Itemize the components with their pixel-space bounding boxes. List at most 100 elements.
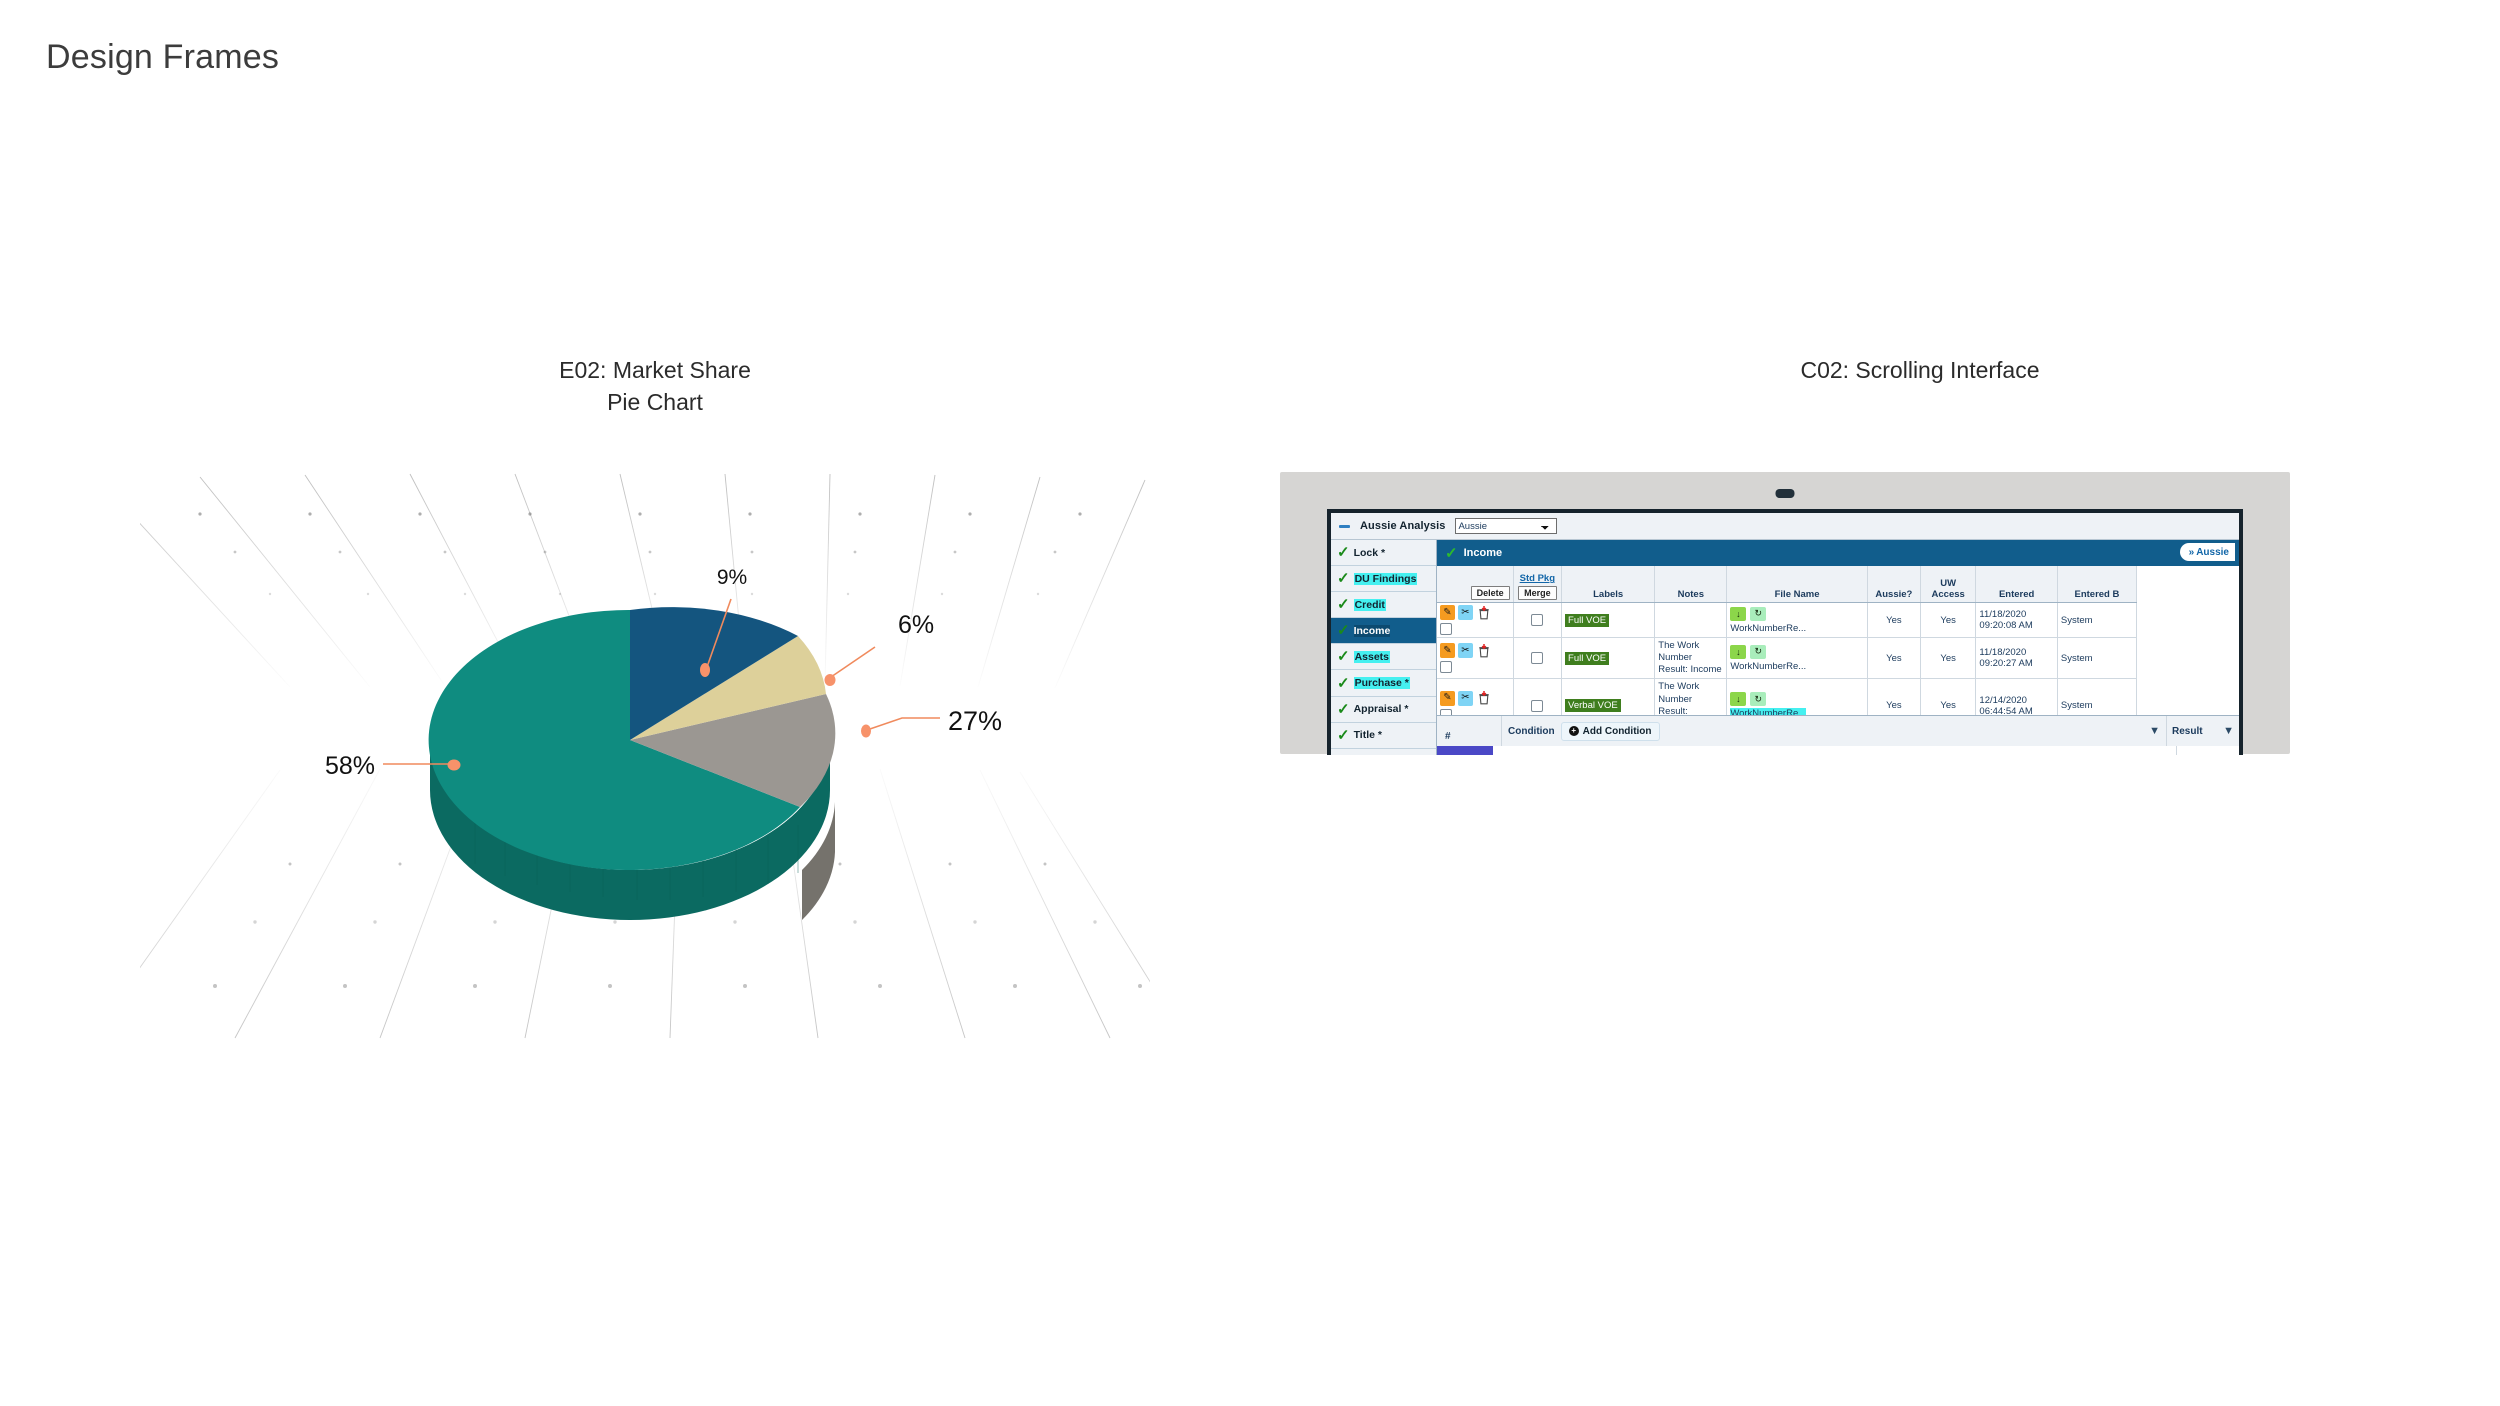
page-title: Design Frames — [46, 38, 280, 76]
th-entered: Entered — [1975, 566, 2058, 603]
check-icon: ✓ — [1445, 544, 1458, 562]
merge-button[interactable]: Merge — [1518, 586, 1557, 600]
cell-aussie: Yes — [1867, 602, 1921, 638]
check-icon: ✓ — [1337, 700, 1350, 718]
sidebar-item-label: DU Findings — [1353, 572, 1418, 585]
sidebar-item-income[interactable]: ✓ Income — [1331, 618, 1436, 645]
pencil-icon[interactable]: ✎ — [1440, 605, 1455, 620]
add-condition-button[interactable]: + Add Condition — [1560, 721, 1660, 741]
app-topbar: Aussie Analysis Aussie — [1331, 513, 2239, 540]
check-icon: ✓ — [1337, 622, 1350, 640]
screenshot-outer-panel: Aussie Analysis Aussie ✓ Lock * ✓ DU Fin… — [1280, 472, 2290, 755]
cell-notes — [1654, 602, 1728, 638]
funnel-icon[interactable]: ▼ — [2223, 725, 2234, 737]
download-arrow-icon[interactable]: ↓ — [1730, 606, 1747, 621]
condition-column-header: Condition + Add Condition ▼ — [1502, 716, 2167, 746]
sidebar-item-label: Income — [1353, 624, 1391, 637]
condition-row-strip — [1437, 746, 2239, 755]
add-condition-label: Add Condition — [1582, 725, 1652, 737]
aussie-select[interactable]: Aussie — [1455, 518, 1558, 534]
file-action-buttons: ↓ ↻ — [1730, 606, 1863, 621]
sidebar-item-cpl[interactable]: ✓ CPL * — [1331, 749, 1436, 755]
row-select-checkbox[interactable] — [1440, 623, 1452, 635]
th-notes: Notes — [1654, 566, 1728, 603]
sidebar-item-lock[interactable]: ✓ Lock * — [1331, 540, 1436, 567]
sidebar-item-du-findings[interactable]: ✓ DU Findings — [1331, 566, 1436, 593]
app-topbar-label: Aussie Analysis — [1360, 520, 1446, 532]
trash-download-icon[interactable] — [1476, 605, 1491, 620]
sidebar-item-label: Purchase * — [1353, 677, 1410, 690]
double-chevron-right-icon: » — [2188, 546, 2194, 558]
pie-label-9: 9% — [717, 566, 747, 589]
sidebar-item-title[interactable]: ✓ Title * — [1331, 723, 1436, 749]
download-arrow-icon[interactable]: ↓ — [1730, 692, 1747, 707]
th-uw-access: UW Access — [1920, 566, 1977, 603]
file-name-text[interactable]: WorkNumberRe... — [1730, 623, 1806, 634]
cell-std-pkg — [1513, 637, 1563, 680]
refresh-icon[interactable]: ↻ — [1750, 606, 1767, 621]
download-arrow-icon[interactable]: ↓ — [1730, 644, 1747, 659]
pie-chart-svg: 9% 6% 27% 58% — [140, 473, 1150, 1039]
sidebar-item-assets[interactable]: ✓ Assets — [1331, 644, 1436, 671]
pencil-icon[interactable]: ✎ — [1440, 690, 1455, 706]
file-action-buttons: ↓ ↻ — [1730, 644, 1863, 659]
scissors-icon[interactable]: ✂ — [1458, 605, 1473, 620]
cell-uw-access: Yes — [1920, 602, 1977, 638]
cell-uw-access: Yes — [1920, 637, 1977, 680]
aussie-action-button-label: Aussie — [2196, 546, 2229, 558]
cell-entered-by: System — [2057, 637, 2138, 680]
condition-row-index-cell — [1437, 746, 1493, 755]
pencil-icon[interactable]: ✎ — [1440, 643, 1455, 659]
screenshot-inner-frame: Aussie Analysis Aussie ✓ Lock * ✓ DU Fin… — [1327, 509, 2243, 755]
std-pkg-link[interactable]: Std Pkg — [1517, 573, 1558, 584]
sidebar: ✓ Lock * ✓ DU Findings ✓ Credit ✓ Income… — [1331, 540, 1437, 755]
cell-notes: The Work Number Result: Income — [1654, 637, 1728, 680]
th-aussie: Aussie? — [1867, 566, 1921, 603]
check-icon: ✓ — [1337, 674, 1350, 692]
cell-actions: ✎ ✂ — [1437, 602, 1514, 638]
trash-download-icon[interactable] — [1476, 691, 1491, 706]
sidebar-item-label: Credit — [1353, 598, 1386, 611]
frame-scrolling-interface: C02: Scrolling Interface Aussie Analysis… — [1280, 355, 2300, 1055]
funnel-icon[interactable]: ▼ — [2149, 725, 2160, 737]
sidebar-item-label: Assets — [1353, 650, 1391, 663]
refresh-icon[interactable]: ↻ — [1750, 644, 1767, 659]
check-icon: ✓ — [1337, 544, 1350, 562]
documents-table-head: Delete Std Pkg Merge Labels Notes File N… — [1437, 566, 2138, 603]
std-pkg-checkbox[interactable] — [1531, 699, 1544, 712]
condition-row-cell — [1493, 746, 2177, 755]
section-header-income: ✓ Income » Aussie — [1437, 540, 2239, 566]
panel-grabber-handle[interactable] — [1775, 489, 1795, 498]
file-name-text[interactable]: WorkNumberRe... — [1730, 661, 1806, 672]
cell-entered-by: System — [2057, 602, 2138, 638]
table-row[interactable]: ✎ ✂ — [1437, 637, 2138, 680]
cell-label: Full VOE — [1561, 637, 1656, 680]
std-pkg-checkbox[interactable] — [1531, 614, 1544, 626]
design-frames-page: Design Frames E02: Market Share Pie Char… — [0, 0, 2500, 1406]
row-action-buttons: ✎ ✂ — [1440, 605, 1510, 620]
trash-svg — [1478, 605, 1489, 619]
aussie-action-button[interactable]: » Aussie — [2179, 543, 2235, 561]
refresh-icon[interactable]: ↻ — [1750, 692, 1767, 707]
pie-label-58: 58% — [325, 752, 375, 780]
std-pkg-checkbox[interactable] — [1531, 652, 1544, 665]
pie-chart-stage: 9% 6% 27% 58% — [140, 472, 1150, 1042]
label-tag: Full VOE — [1565, 651, 1610, 665]
cell-entered: 11/18/2020 09:20:27 AM — [1975, 637, 2058, 680]
delete-button[interactable]: Delete — [1470, 586, 1510, 600]
scissors-icon[interactable]: ✂ — [1458, 643, 1473, 659]
sidebar-item-credit[interactable]: ✓ Credit — [1331, 592, 1436, 619]
minus-icon[interactable] — [1339, 524, 1350, 528]
pie-label-27: 27% — [948, 706, 1002, 736]
table-row[interactable]: ✎ ✂ — [1437, 602, 2138, 638]
scissors-icon[interactable]: ✂ — [1458, 690, 1473, 706]
sidebar-item-appraisal[interactable]: ✓ Appraisal * — [1331, 697, 1436, 723]
trash-download-icon[interactable] — [1476, 643, 1491, 658]
cell-file-name: ↓ ↻ WorkNumberRe... — [1726, 637, 1868, 680]
row-select-checkbox[interactable] — [1440, 661, 1452, 674]
sidebar-item-purchase[interactable]: ✓ Purchase * — [1331, 670, 1436, 697]
condition-section: # Condition + Add Condition ▼ Result ▼ — [1437, 715, 2239, 755]
check-icon: ✓ — [1337, 726, 1350, 744]
plus-icon: + — [1568, 726, 1579, 736]
grid-ceiling-nodes — [198, 512, 1082, 596]
